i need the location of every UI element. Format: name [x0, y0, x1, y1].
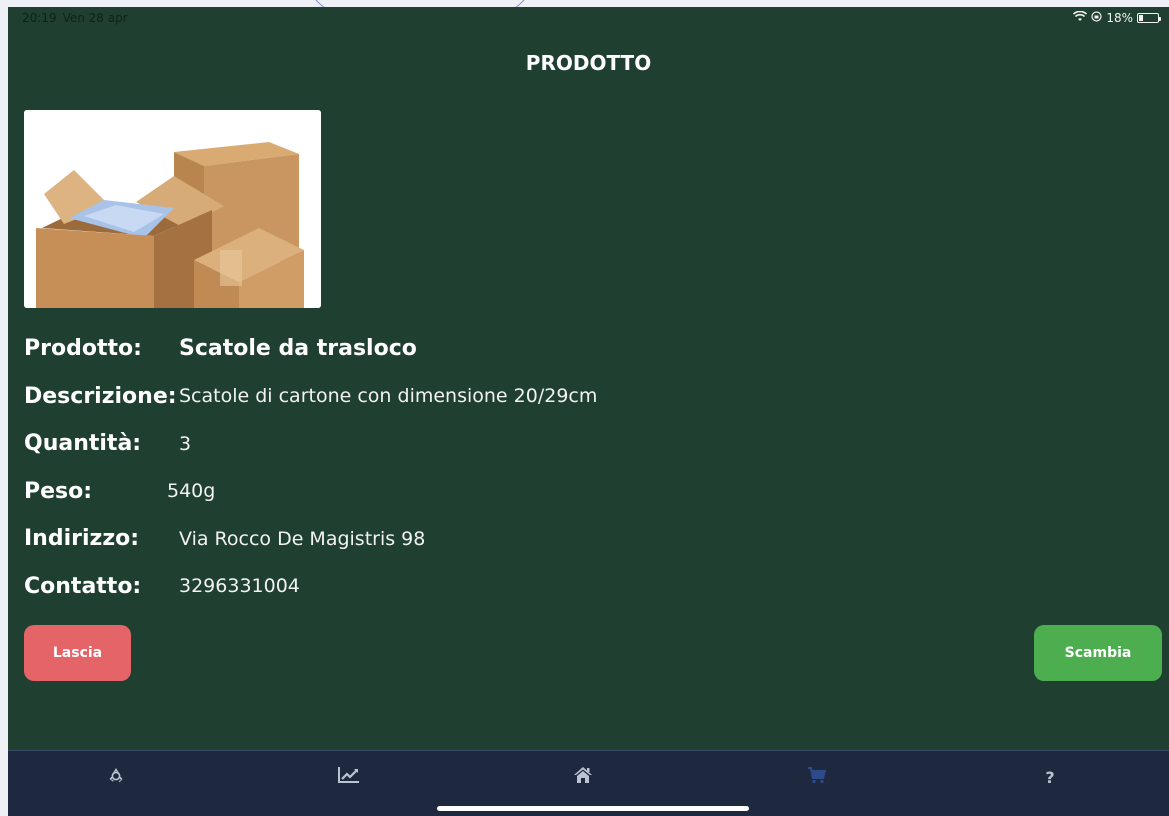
product-weight: 540g	[167, 480, 216, 503]
detail-label: Quantità:	[24, 431, 142, 457]
tab-home[interactable]	[563, 765, 603, 789]
detail-label: Contatto:	[24, 573, 142, 599]
product-quantity: 3	[179, 432, 192, 455]
home-icon	[573, 766, 593, 788]
product-name: Scatole da trasloco	[179, 336, 417, 362]
tab-recycle[interactable]	[96, 765, 136, 789]
detail-label: Peso:	[24, 478, 93, 504]
detail-row-description: Descrizione: Scatole di cartone con dime…	[24, 373, 597, 421]
detail-label: Prodotto:	[24, 336, 142, 362]
tab-bar: ?	[8, 750, 1169, 816]
detail-row-contact: Contatto: 3296331004	[24, 563, 597, 611]
app-screen: 20:19 Ven 28 apr 18% PRODOTTO Prodotto: …	[8, 7, 1169, 816]
battery-icon	[1137, 13, 1161, 23]
status-date: Ven 28 apr	[62, 11, 128, 25]
orientation-lock-icon	[1091, 11, 1102, 25]
tab-help[interactable]: ?	[1030, 765, 1070, 789]
recycle-icon	[107, 766, 125, 788]
battery-percent: 18%	[1106, 11, 1133, 25]
detail-label: Descrizione:	[24, 383, 177, 409]
product-address: Via Rocco De Magistris 98	[179, 527, 426, 550]
detail-row-quantity: Quantità: 3	[24, 420, 597, 468]
product-description: Scatole di cartone con dimensione 20/29c…	[179, 385, 598, 408]
detail-row-address: Indirizzo: Via Rocco De Magistris 98	[24, 515, 597, 563]
status-time: 20:19	[22, 11, 57, 25]
page-title: PRODOTTO	[525, 51, 652, 75]
product-image	[24, 110, 321, 308]
tab-statistics[interactable]	[329, 765, 369, 789]
leave-button[interactable]: Lascia	[24, 625, 131, 681]
detail-row-weight: Peso: 540g	[24, 468, 597, 516]
product-details: Prodotto: Scatole da trasloco Descrizion…	[24, 325, 597, 610]
home-indicator	[437, 806, 749, 811]
wifi-icon	[1073, 10, 1088, 25]
detail-label: Indirizzo:	[24, 526, 140, 552]
product-contact: 3296331004	[179, 575, 300, 598]
swap-button[interactable]: Scambia	[1034, 625, 1162, 681]
chart-icon	[337, 766, 361, 788]
cart-icon	[807, 766, 827, 788]
detail-row-product: Prodotto: Scatole da trasloco	[24, 325, 597, 373]
status-bar: 20:19 Ven 28 apr 18%	[8, 7, 1169, 29]
tab-cart[interactable]	[797, 765, 837, 789]
help-icon: ?	[1045, 767, 1055, 787]
